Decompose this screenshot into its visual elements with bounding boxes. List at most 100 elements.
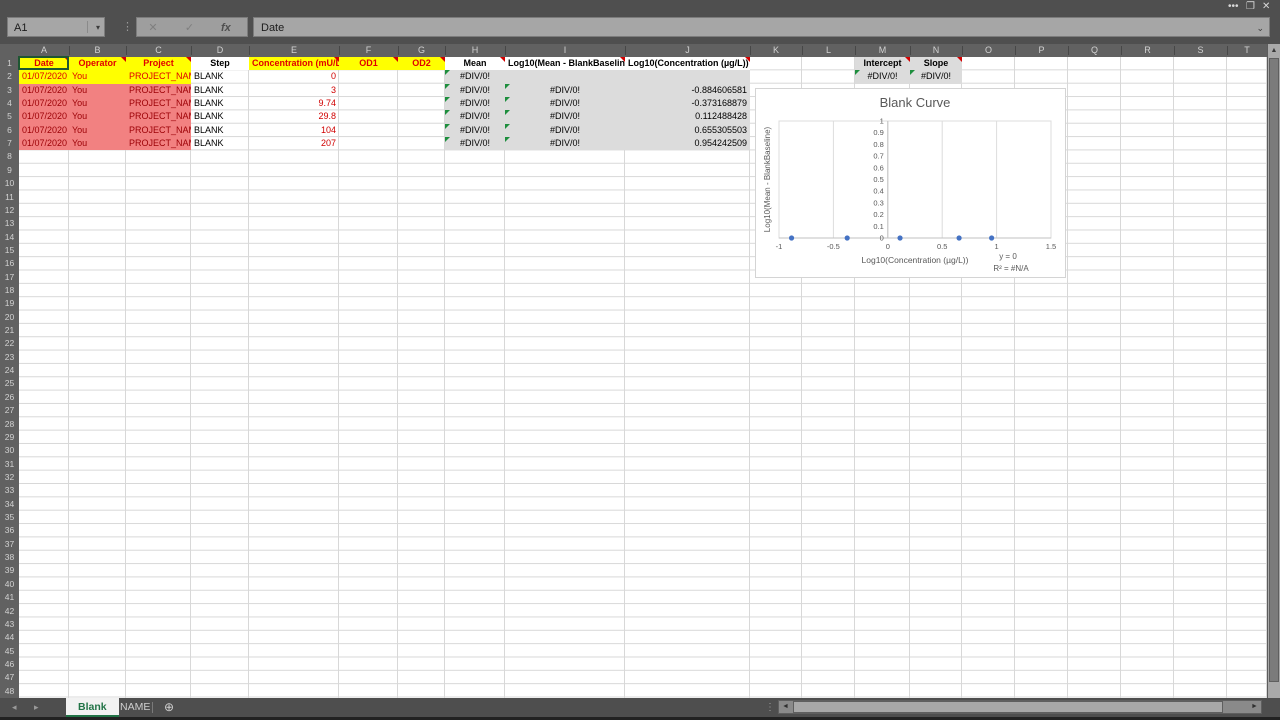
row-header-17[interactable]: 17 (0, 271, 19, 284)
row-header-10[interactable]: 10 (0, 177, 19, 190)
scroll-left-icon[interactable]: ◄ (779, 701, 792, 713)
cell-C3[interactable]: PROJECT_NAME (126, 84, 191, 97)
column-header-T[interactable]: T (1227, 44, 1267, 57)
cell-H3[interactable]: #DIV/0! (445, 84, 505, 97)
row-header-4[interactable]: 4 (0, 97, 19, 110)
cell-M2[interactable]: #DIV/0! (855, 70, 910, 83)
row-header-43[interactable]: 43 (0, 618, 19, 631)
column-header-B[interactable]: B (69, 44, 126, 57)
cell-I4[interactable]: #DIV/0! (505, 97, 625, 110)
cell-E2[interactable]: 0 (249, 70, 339, 83)
row-header-11[interactable]: 11 (0, 191, 19, 204)
cell-I5[interactable]: #DIV/0! (505, 110, 625, 123)
cell-A4[interactable]: 01/07/2020 (19, 97, 69, 110)
column-header-L[interactable]: L (802, 44, 855, 57)
row-header-37[interactable]: 37 (0, 538, 19, 551)
close-window-icon[interactable]: ✕ (1262, 1, 1270, 13)
cell-H5[interactable]: #DIV/0! (445, 110, 505, 123)
cell-B4[interactable]: You (69, 97, 126, 110)
cell-J1[interactable]: Log10(Concentration (µg/L)) (625, 57, 750, 70)
row-header-30[interactable]: 30 (0, 444, 19, 457)
column-header-J[interactable]: J (625, 44, 750, 57)
cell-J6[interactable]: 0.655305503 (625, 124, 750, 137)
cell-I1[interactable]: Log10(Mean - BlankBaseline) (505, 57, 625, 70)
cell-E1[interactable]: Concentration (mU/L) (249, 57, 339, 70)
row-header-46[interactable]: 46 (0, 658, 19, 671)
column-header-A[interactable]: A (19, 44, 69, 57)
cell-H6[interactable]: #DIV/0! (445, 124, 505, 137)
row-header-8[interactable]: 8 (0, 150, 19, 163)
scrollbar-resize-handle-icon[interactable]: ⋮ (765, 698, 775, 717)
cell-E3[interactable]: 3 (249, 84, 339, 97)
cell-C6[interactable]: PROJECT_NAME (126, 124, 191, 137)
cell-A3[interactable]: 01/07/2020 (19, 84, 69, 97)
row-headers[interactable]: 1234567891011121314151617181920212223242… (0, 57, 19, 698)
column-header-G[interactable]: G (398, 44, 445, 57)
cell-A6[interactable]: 01/07/2020 (19, 124, 69, 137)
column-header-O[interactable]: O (962, 44, 1015, 57)
cell-D7[interactable]: BLANK (191, 137, 249, 150)
row-header-6[interactable]: 6 (0, 124, 19, 137)
cell-E6[interactable]: 104 (249, 124, 339, 137)
horizontal-scrollbar-thumb[interactable] (793, 701, 1223, 713)
cell-C7[interactable]: PROJECT_NAME (126, 137, 191, 150)
column-header-H[interactable]: H (445, 44, 505, 57)
row-header-15[interactable]: 15 (0, 244, 19, 257)
cell-B3[interactable]: You (69, 84, 126, 97)
cell-D6[interactable]: BLANK (191, 124, 249, 137)
cell-E7[interactable]: 207 (249, 137, 339, 150)
sheet-tab-name[interactable]: NAME (108, 698, 162, 717)
row-header-33[interactable]: 33 (0, 484, 19, 497)
cell-D1[interactable]: Step (191, 57, 249, 70)
cell-N2[interactable]: #DIV/0! (910, 70, 962, 83)
vertical-scrollbar-thumb[interactable] (1269, 58, 1279, 682)
row-header-31[interactable]: 31 (0, 458, 19, 471)
cell-I2[interactable] (505, 70, 625, 83)
cell-A1[interactable]: Date (19, 57, 69, 70)
row-header-2[interactable]: 2 (0, 70, 19, 83)
row-header-34[interactable]: 34 (0, 498, 19, 511)
cell-A7[interactable]: 01/07/2020 (19, 137, 69, 150)
row-header-26[interactable]: 26 (0, 391, 19, 404)
more-options-icon[interactable]: ••• (1228, 1, 1239, 13)
row-header-28[interactable]: 28 (0, 418, 19, 431)
row-header-12[interactable]: 12 (0, 204, 19, 217)
row-header-47[interactable]: 47 (0, 671, 19, 684)
cell-C4[interactable]: PROJECT_NAME (126, 97, 191, 110)
cell-B7[interactable]: You (69, 137, 126, 150)
cell-H7[interactable]: #DIV/0! (445, 137, 505, 150)
row-header-27[interactable]: 27 (0, 404, 19, 417)
row-header-19[interactable]: 19 (0, 297, 19, 310)
cell-I6[interactable]: #DIV/0! (505, 124, 625, 137)
row-header-16[interactable]: 16 (0, 257, 19, 270)
column-header-R[interactable]: R (1121, 44, 1174, 57)
cell-H1[interactable]: Mean (445, 57, 505, 70)
cell-E4[interactable]: 9.74 (249, 97, 339, 110)
cell-I3[interactable]: #DIV/0! (505, 84, 625, 97)
cell-H4[interactable]: #DIV/0! (445, 97, 505, 110)
row-header-41[interactable]: 41 (0, 591, 19, 604)
cell-N1[interactable]: Slope (910, 57, 962, 70)
worksheet-grid[interactable]: DateOperatorProjectStepConcentration (mU… (19, 57, 1267, 698)
new-sheet-icon[interactable]: ⊕ (164, 698, 174, 717)
cell-D5[interactable]: BLANK (191, 110, 249, 123)
cell-I7[interactable]: #DIV/0! (505, 137, 625, 150)
cell-J5[interactable]: 0.112488428 (625, 110, 750, 123)
row-header-9[interactable]: 9 (0, 164, 19, 177)
cell-C1[interactable]: Project (126, 57, 191, 70)
row-header-44[interactable]: 44 (0, 631, 19, 644)
row-header-48[interactable]: 48 (0, 685, 19, 698)
row-header-39[interactable]: 39 (0, 564, 19, 577)
row-header-1[interactable]: 1 (0, 57, 19, 70)
row-header-18[interactable]: 18 (0, 284, 19, 297)
column-header-Q[interactable]: Q (1068, 44, 1121, 57)
cell-M1[interactable]: Intercept (855, 57, 910, 70)
column-header-P[interactable]: P (1015, 44, 1068, 57)
cell-B1[interactable]: Operator (69, 57, 126, 70)
row-header-22[interactable]: 22 (0, 337, 19, 350)
cell-D3[interactable]: BLANK (191, 84, 249, 97)
row-header-24[interactable]: 24 (0, 364, 19, 377)
cell-J7[interactable]: 0.954242509 (625, 137, 750, 150)
formula-bar-input[interactable]: Date ⌄ (253, 17, 1270, 37)
embedded-chart[interactable]: 00.10.20.30.40.50.60.70.80.91-1-0.500.51… (755, 88, 1066, 278)
